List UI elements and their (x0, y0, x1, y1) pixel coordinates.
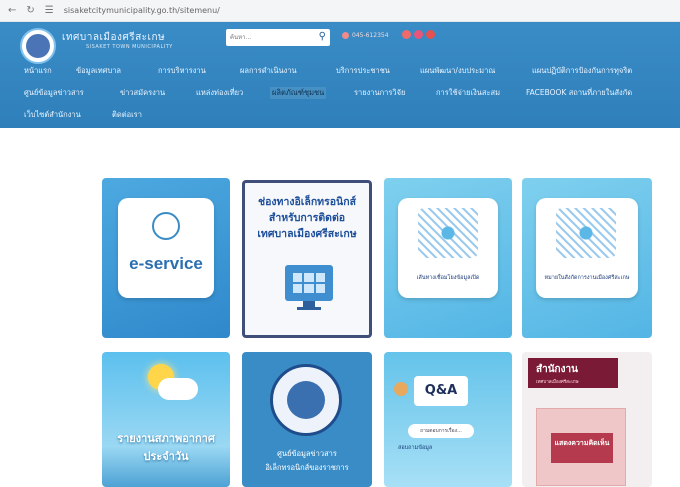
nav-item-active[interactable]: ผลิตภัณฑ์ชุมชน (270, 87, 327, 99)
phone-contact: 045-612354 (342, 32, 389, 39)
nav-item[interactable]: บริการประชาชน (336, 65, 390, 77)
site-logo[interactable] (20, 28, 56, 64)
monitor-base (297, 307, 321, 310)
open-data-caption: เส้นทางเชื่อมโยงข้อมูลเปิด (416, 275, 480, 281)
people-network-icon (152, 212, 180, 240)
nav-item[interactable]: ข่าวสมัครงาน (120, 87, 165, 99)
facebook-icon[interactable] (402, 30, 411, 39)
reload-icon[interactable]: ↻ (26, 5, 34, 16)
municipality-seal-icon (270, 364, 342, 436)
card-info-center[interactable]: ศูนย์ข้อมูลข่าวสาร อิเล็กทรอนิกส์ของราชก… (242, 352, 372, 487)
youtube-icon[interactable] (426, 30, 435, 39)
qa-footer: สอบถามข้อมูล (398, 445, 433, 451)
phone-icon (342, 32, 349, 39)
feedback-head-title: สำนักงาน (536, 364, 578, 375)
back-icon[interactable]: ← (8, 5, 16, 16)
nav-row-3: เว็บไซต์สำนักงาน ติดต่อเรา (0, 106, 680, 124)
weather-title-line1: รายงานสภาพอากาศ (117, 432, 215, 445)
ballot-box-icon: แสดงความคิดเห็น (536, 408, 626, 486)
nav-row-1: หน้าแรก ข้อมูลเทศบาล การบริหารงาน ผลการด… (0, 62, 680, 80)
channel-title-line3: เทศบาลเมืองศรีสะเกษ (257, 228, 357, 240)
search-input[interactable] (230, 34, 310, 41)
logo-emblem-icon (26, 34, 50, 58)
feedback-head-sub: เทศบาลเมืองศรีสะเกษ (536, 380, 579, 385)
feedback-header: สำนักงาน เทศบาลเมืองศรีสะเกษ (528, 358, 618, 388)
search-icon[interactable]: ⚲ (319, 31, 326, 42)
computer-monitor-icon (285, 265, 333, 301)
data-network-icon (418, 208, 478, 258)
site-info-icon[interactable]: ☰ (45, 5, 54, 16)
question-person-icon (394, 382, 408, 396)
card-feedback[interactable]: สำนักงาน เทศบาลเมืองศรีสะเกษ แสดงความคิด… (522, 352, 652, 487)
site-header: เทศบาลเมืองศรีสะเกษ SISAKET TOWN MUNICIP… (0, 22, 680, 128)
feedback-label-line1: แสดงความคิดเห็น (554, 439, 610, 447)
feedback-box-label: แสดงความคิดเห็น (551, 433, 613, 463)
cloud-icon (158, 378, 198, 400)
info-center-line2: อิเล็กทรอนิกส์ของราชการ (265, 463, 349, 472)
search-box: ⚲ (226, 29, 330, 46)
nav-row-2: ศูนย์ข้อมูลข่าวสาร ข่าวสมัครงาน แหล่งท่อ… (0, 84, 680, 102)
card-open-data[interactable]: เส้นทางเชื่อมโยงข้อมูลเปิด (384, 178, 512, 338)
nav-item[interactable]: ติดต่อเรา (112, 109, 142, 121)
info-center-line1: ศูนย์ข้อมูลข่าวสาร (277, 449, 337, 458)
nav-item[interactable]: แผนพัฒนา/งบประมาณ (420, 65, 495, 77)
nav-item[interactable]: หน้าแรก (24, 65, 52, 77)
nav-item[interactable]: เว็บไซต์สำนักงาน (24, 109, 81, 121)
qa-label: Q&A (414, 376, 468, 406)
open-data-tile: เส้นทางเชื่อมโยงข้อมูลเปิด (398, 198, 498, 298)
city-map-icon (556, 208, 616, 258)
nav-item[interactable]: รายงานการวิจัย (354, 87, 405, 99)
agencies-tile: หมายในสังกัดการงานเมืองศรีสะเกษ (536, 198, 638, 298)
eservice-tile: e-service (118, 198, 214, 298)
phone-number: 045-612354 (352, 32, 389, 39)
card-electronic-channel[interactable]: ช่องทางอิเล็กทรอนิกส์ สำหรับการติดต่อ เท… (242, 180, 372, 338)
site-name: เทศบาลเมืองศรีสะเกษ (62, 32, 166, 43)
nav-item[interactable]: FACEBOOK สถานที่ภายในสังกัด (526, 87, 632, 99)
address-bar[interactable]: sisaketcitymunicipality.go.th/sitemenu/ (64, 6, 220, 15)
qa-subtitle: ถามตอบการเรื่อง... (408, 424, 474, 438)
line-icon[interactable] (414, 30, 423, 39)
site-subtitle: SISAKET TOWN MUNICIPALITY (86, 44, 173, 50)
card-agencies[interactable]: หมายในสังกัดการงานเมืองศรีสะเกษ (522, 178, 652, 338)
nav-item[interactable]: แหล่งท่องเที่ยว (196, 87, 243, 99)
channel-title-line2: สำหรับการติดต่อ (268, 212, 346, 224)
eservice-title: e-service (129, 254, 203, 273)
browser-toolbar: ← ↻ ☰ sisaketcitymunicipality.go.th/site… (0, 0, 680, 22)
agencies-caption: หมายในสังกัดการงานเมืองศรีสะเกษ (544, 275, 630, 281)
nav-item[interactable]: การใช้จ่ายเงินสะสม (436, 87, 500, 99)
nav-item[interactable]: ผลการดำเนินงาน (240, 65, 297, 77)
nav-item[interactable]: แผนปฏิบัติการป้องกันการทุจริต (532, 65, 632, 77)
card-eservice[interactable]: e-service (102, 178, 230, 338)
card-weather[interactable]: รายงานสภาพอากาศ ประจำวัน (102, 352, 230, 487)
social-links (402, 30, 435, 39)
channel-title-line1: ช่องทางอิเล็กทรอนิกส์ (257, 196, 356, 208)
card-qa[interactable]: Q&A ถามตอบการเรื่อง... สอบถามข้อมูล (384, 352, 512, 487)
weather-title-line2: ประจำวัน (143, 450, 189, 463)
nav-item[interactable]: ข้อมูลเทศบาล (76, 65, 121, 77)
nav-item[interactable]: การบริหารงาน (158, 65, 206, 77)
nav-item[interactable]: ศูนย์ข้อมูลข่าวสาร (24, 87, 84, 99)
